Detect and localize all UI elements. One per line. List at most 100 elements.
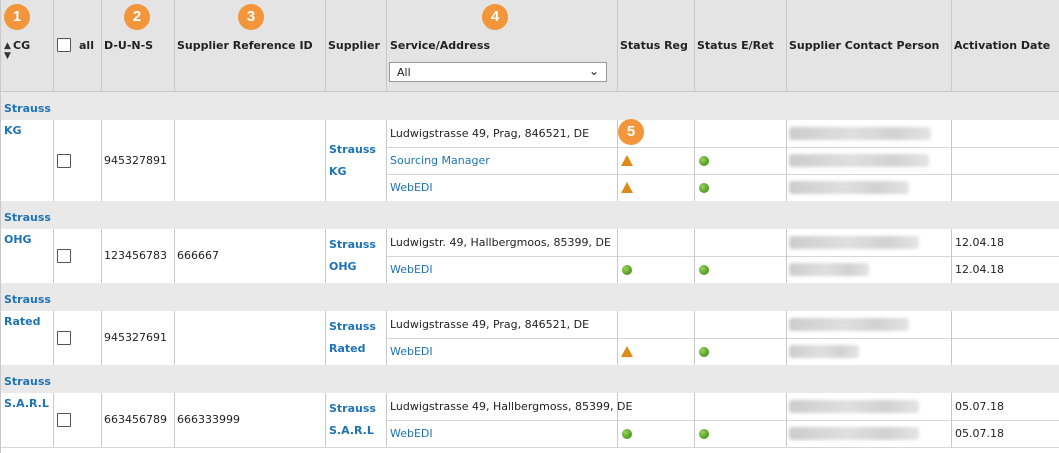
service-link[interactable]: WebEDI	[390, 263, 433, 276]
col-duns[interactable]: D-U-N-S	[104, 39, 153, 52]
supplier-link[interactable]: Strauss OHG	[329, 234, 385, 278]
supplier-ref-cell: 666333999	[177, 413, 240, 426]
cg-link[interactable]: Strauss OHG	[4, 207, 52, 251]
marker-2: 2	[124, 4, 150, 30]
column-divider	[694, 393, 695, 447]
duns-cell: 945327691	[104, 331, 167, 344]
contact-person-blurred	[789, 263, 869, 276]
column-divider	[786, 229, 787, 283]
cg-link[interactable]: Strauss Rated	[4, 289, 52, 333]
column-divider	[101, 229, 102, 283]
column-divider	[694, 229, 695, 283]
group-separator	[0, 365, 1059, 393]
duns-cell: 663456789	[104, 413, 167, 426]
marker-5: 5	[618, 119, 644, 145]
green-dot-icon	[699, 183, 709, 193]
col-supplier[interactable]: Supplier	[328, 39, 380, 52]
column-divider	[786, 393, 787, 447]
column-divider	[174, 0, 175, 92]
row-divider	[386, 256, 1059, 257]
group-separator	[0, 283, 1059, 311]
green-dot-icon	[699, 429, 709, 439]
cg-link[interactable]: Strauss S.A.R.L	[4, 371, 52, 415]
column-divider	[325, 0, 326, 92]
service-filter-select[interactable]: All ⌄	[389, 62, 607, 82]
activation-date: 12.04.18	[955, 263, 1004, 276]
contact-person-blurred	[789, 400, 919, 413]
col-status-reg[interactable]: Status Reg	[620, 39, 688, 52]
row-checkbox[interactable]	[57, 153, 71, 168]
column-divider	[786, 311, 787, 365]
row-checkbox[interactable]	[57, 331, 71, 345]
column-divider	[386, 0, 387, 92]
contact-person-blurred	[789, 345, 859, 358]
column-divider	[101, 120, 102, 201]
supplier-link[interactable]: Strauss Rated	[329, 316, 385, 360]
group-separator	[0, 92, 1059, 120]
col-status-eret[interactable]: Status E/Ret	[697, 39, 774, 52]
column-divider	[386, 120, 387, 201]
row-checkbox[interactable]	[57, 249, 71, 263]
column-divider	[951, 120, 952, 201]
column-divider	[386, 311, 387, 365]
col-supplier-ref[interactable]: Supplier Reference ID	[177, 39, 313, 52]
column-divider	[951, 311, 952, 365]
activation-date: 05.07.18	[955, 427, 1004, 440]
column-divider	[694, 311, 695, 365]
service-address: Ludwigstrasse 49, Hallbergmoss, 85399, D…	[390, 400, 633, 413]
column-divider	[101, 0, 102, 92]
column-divider	[101, 393, 102, 447]
select-all-checkbox[interactable]	[57, 38, 71, 52]
supplier-link[interactable]: Strauss KG	[329, 139, 385, 183]
green-dot-icon	[622, 429, 632, 439]
contact-person-blurred	[789, 318, 909, 331]
contact-person-blurred	[789, 181, 909, 194]
column-divider	[174, 393, 175, 447]
row-divider	[386, 420, 1059, 421]
column-divider	[174, 229, 175, 283]
column-divider	[325, 311, 326, 365]
row-divider	[386, 147, 1059, 148]
chevron-down-icon: ⌄	[588, 64, 599, 78]
col-contact[interactable]: Supplier Contact Person	[789, 39, 939, 52]
header-bottom-border	[0, 91, 1059, 92]
contact-person-blurred	[789, 127, 931, 140]
column-divider	[53, 393, 54, 447]
supplier-ref-cell: 666667	[177, 249, 219, 262]
green-dot-icon	[699, 347, 709, 357]
column-divider	[951, 393, 952, 447]
cg-link[interactable]: Strauss KG	[4, 98, 52, 142]
service-link[interactable]: WebEDI	[390, 345, 433, 358]
contact-person-blurred	[789, 427, 919, 440]
duns-cell: 123456783	[104, 249, 167, 262]
row-divider	[386, 174, 1059, 175]
contact-person-blurred	[789, 154, 929, 167]
col-service[interactable]: Service/Address	[390, 39, 490, 52]
column-divider	[53, 0, 54, 92]
service-link[interactable]: WebEDI	[390, 181, 433, 194]
marker-3: 3	[238, 4, 264, 30]
column-divider	[53, 120, 54, 201]
group-separator	[0, 201, 1059, 229]
activation-date: 05.07.18	[955, 400, 1004, 413]
service-filter-value: All	[397, 66, 411, 79]
column-divider	[174, 311, 175, 365]
col-cg[interactable]: CG	[13, 39, 30, 52]
column-divider	[617, 393, 618, 447]
supplier-link[interactable]: Strauss S.A.R.L	[329, 398, 385, 442]
col-activation[interactable]: Activation Date	[954, 39, 1050, 52]
row-divider	[386, 338, 1059, 339]
column-divider	[53, 229, 54, 283]
service-link[interactable]: WebEDI	[390, 427, 433, 440]
row-checkbox[interactable]	[57, 413, 71, 427]
column-divider	[101, 311, 102, 365]
column-divider	[951, 0, 952, 92]
service-link[interactable]: Sourcing Manager	[390, 154, 490, 167]
marker-4: 4	[482, 4, 508, 30]
sort-icon[interactable]: ▲ ▼	[4, 41, 11, 61]
warning-triangle-icon	[621, 182, 633, 193]
column-divider	[53, 311, 54, 365]
column-divider	[617, 311, 618, 365]
service-address: Ludwigstrasse 49, Prag, 846521, DE	[390, 318, 590, 331]
service-address: Ludwigstrasse 49, Prag, 846521, DE	[390, 127, 590, 140]
